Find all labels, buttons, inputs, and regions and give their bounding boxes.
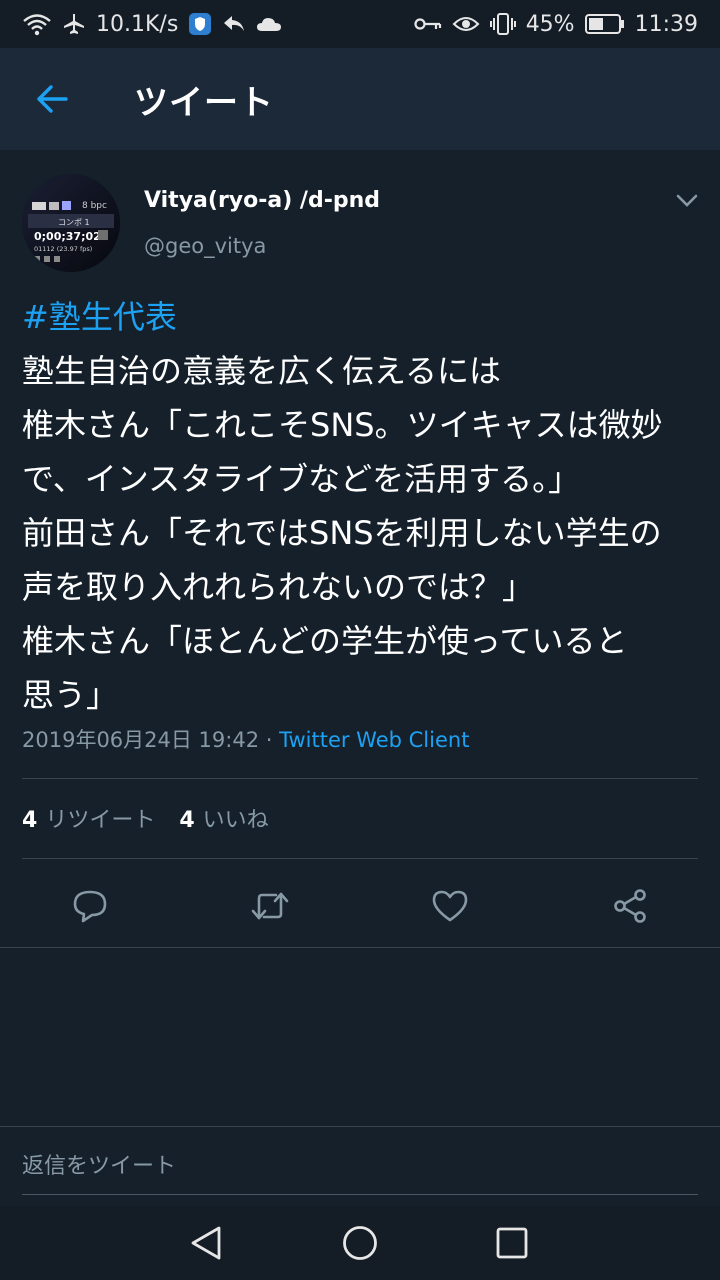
svg-text:8 bpc: 8 bpc — [82, 201, 107, 211]
author-name[interactable]: Vitya(ryo-a) /d-pnd — [144, 188, 380, 213]
status-bar-left: 10.1K/s — [22, 12, 282, 37]
nav-back-button[interactable] — [186, 1223, 226, 1263]
triangle-back-icon — [191, 1226, 221, 1260]
tweet-detail-screen: 10.1K/s 45% 11:39 ツイート 8 bpc コンポ 1 0;00;… — [0, 0, 720, 1280]
tweet-text-line: 前田さん「それではSNSを利用しない学生の — [22, 514, 662, 552]
tweet-meta: 2019年06月24日 19:42 · Twitter Web Client — [22, 724, 469, 754]
network-speed: 10.1K/s — [96, 11, 179, 37]
square-recents-icon — [496, 1227, 528, 1259]
divider — [22, 858, 698, 859]
tweet-actions — [0, 876, 720, 936]
meta-separator: · — [259, 728, 280, 752]
like-button[interactable] — [430, 886, 470, 926]
shield-icon — [188, 12, 212, 36]
retweet-button[interactable] — [250, 886, 290, 926]
retweet-label: リツイート — [45, 808, 156, 833]
client-link[interactable]: Twitter Web Client — [279, 728, 469, 752]
svg-text:0;00;37;02: 0;00;37;02 — [34, 230, 101, 243]
reply-arrow-icon — [222, 13, 246, 35]
nav-home-button[interactable] — [340, 1223, 380, 1263]
author-handle[interactable]: @geo_vitya — [144, 234, 266, 258]
battery-percent: 45% — [525, 11, 575, 37]
status-bar: 10.1K/s 45% 11:39 — [0, 0, 720, 48]
cloud-icon — [256, 15, 282, 33]
like-count: 4 — [179, 808, 195, 833]
tweet-options-button[interactable] — [672, 186, 702, 216]
status-bar-right: 45% 11:39 — [414, 12, 698, 37]
reply-button[interactable] — [70, 886, 110, 926]
avatar[interactable]: 8 bpc コンポ 1 0;00;37;02 01112 (23.97 fps) — [22, 174, 120, 272]
app-bar: ツイート — [0, 48, 720, 150]
comment-icon — [73, 890, 107, 923]
svg-text:コンポ 1: コンポ 1 — [58, 218, 90, 227]
wifi-icon — [22, 12, 52, 36]
tweet-text-line: 声を取り入れれられないのでは？」 — [22, 568, 535, 606]
nav-recents-button[interactable] — [492, 1223, 532, 1263]
vibrate-icon — [489, 12, 516, 36]
svg-text:01112 (23.97 fps): 01112 (23.97 fps) — [34, 245, 92, 253]
circle-home-icon — [343, 1226, 377, 1260]
tweet: 8 bpc コンポ 1 0;00;37;02 01112 (23.97 fps)… — [0, 150, 720, 948]
key-icon — [414, 16, 442, 32]
clock: 11:39 — [634, 11, 698, 37]
hashtag-link[interactable]: #塾生代表 — [22, 298, 177, 336]
heart-icon — [432, 890, 468, 922]
navigation-bar — [0, 1206, 720, 1280]
tweet-text-line: 塾生自治の意義を広く伝えるには — [22, 352, 502, 390]
reply-bar — [0, 1126, 720, 1206]
retweet-count: 4 — [22, 808, 38, 833]
like-label: いいね — [202, 808, 269, 833]
battery-icon — [584, 13, 625, 35]
tweet-text-line: 椎木さん「これこそSNS。ツイキャスは微妙 — [22, 406, 663, 444]
share-icon — [614, 889, 646, 923]
share-button[interactable] — [610, 886, 650, 926]
divider — [0, 947, 720, 948]
tweet-text: #塾生代表 塾生自治の意義を広く伝えるには 椎木さん「これこそSNS。ツイキャス… — [22, 290, 702, 722]
tweet-timestamp: 2019年06月24日 19:42 — [22, 728, 260, 752]
tweet-text-line: 思う」 — [22, 676, 119, 714]
page-title: ツイート — [134, 82, 274, 123]
airplane-icon — [62, 12, 86, 36]
chevron-down-icon — [676, 194, 698, 207]
arrow-left-icon — [37, 85, 68, 113]
divider — [22, 778, 698, 779]
eye-icon — [452, 14, 480, 34]
tweet-text-line: で、インスタライブなどを活用する。」 — [22, 460, 581, 498]
back-button[interactable] — [22, 69, 82, 129]
retweet-stat[interactable]: 4 リツイート — [22, 802, 155, 834]
retweet-icon — [251, 892, 289, 920]
reply-input[interactable] — [22, 1139, 698, 1195]
tweet-stats: 4 リツイート 4 いいね — [22, 802, 269, 834]
tweet-text-line: 椎木さん「ほとんどの学生が使っていると — [22, 622, 628, 660]
tweet-header: 8 bpc コンポ 1 0;00;37;02 01112 (23.97 fps)… — [0, 150, 720, 284]
like-stat[interactable]: 4 いいね — [179, 802, 268, 834]
